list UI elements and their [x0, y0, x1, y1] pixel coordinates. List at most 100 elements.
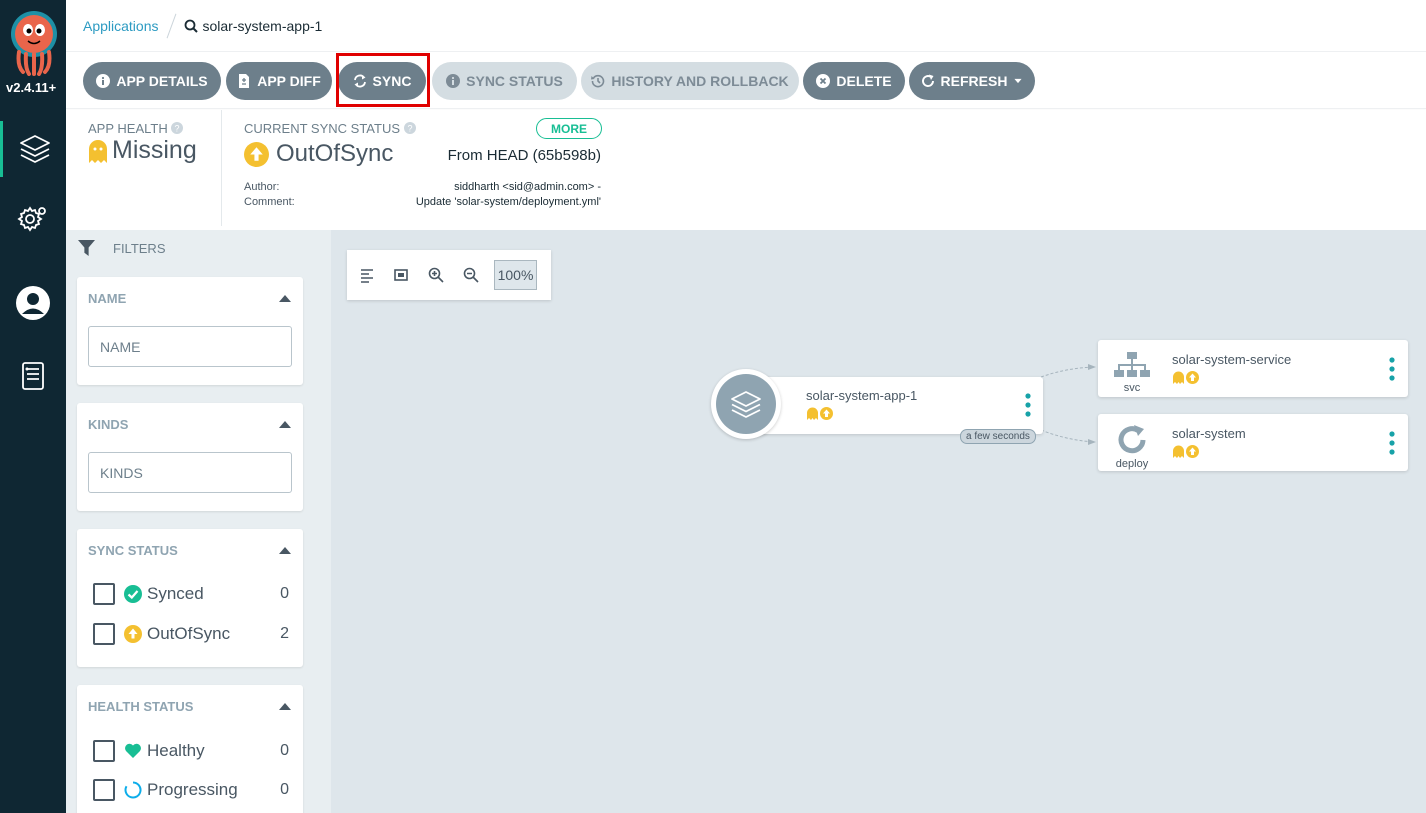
filters-panel: FILTERS NAME KINDS SYNC STATUS Synced 0	[66, 230, 331, 813]
health-status-filter-title: HEALTH STATUS	[88, 699, 194, 714]
network-icon	[1114, 352, 1150, 377]
app-health-header: APP HEALTH ?	[88, 121, 184, 136]
help-icon[interactable]: ?	[403, 122, 416, 134]
status-panel: APP HEALTH ? Missing CURRENT SYNC STATUS…	[66, 110, 1426, 230]
user-icon	[16, 286, 50, 320]
info-icon	[446, 74, 461, 88]
layers-icon	[731, 391, 761, 418]
name-filter-input[interactable]	[88, 326, 292, 367]
refresh-icon	[921, 74, 934, 87]
current-sync-status-label: CURRENT SYNC STATUS	[244, 121, 401, 136]
sync-status-button[interactable]: SYNC STATUS	[432, 62, 577, 100]
sync-status-label: SYNC STATUS	[466, 73, 563, 89]
more-button[interactable]: MORE	[536, 118, 602, 139]
sidebar-item-applications[interactable]	[0, 121, 66, 177]
layers-icon	[19, 135, 50, 163]
app-diff-button[interactable]: APP DIFF	[226, 62, 332, 100]
checkbox[interactable]	[93, 583, 115, 605]
filter-row-progressing[interactable]: Progressing 0	[93, 778, 289, 802]
collapse-caret-icon[interactable]	[279, 421, 291, 428]
toolbar: APP DETAILS APP DIFF SYNC SYNC STATUS HI…	[66, 53, 1426, 109]
breadcrumb-app-name: solar-system-app-1	[202, 17, 323, 34]
fit-screen-icon[interactable]	[392, 266, 410, 284]
zoom-out-icon[interactable]	[462, 266, 480, 284]
caret-down-icon	[1014, 78, 1023, 84]
filter-row-outofsync[interactable]: OutOfSync 2	[93, 622, 289, 646]
ghost-icon	[1173, 445, 1184, 458]
search-icon[interactable]	[184, 19, 198, 33]
sync-button[interactable]: SYNC	[338, 62, 426, 100]
app-node-icon-inner	[716, 374, 776, 434]
check-circle-icon	[124, 585, 142, 603]
kinds-filter-input[interactable]	[88, 452, 292, 493]
align-left-icon[interactable]	[359, 266, 377, 284]
filter-row-synced[interactable]: Synced 0	[93, 582, 289, 606]
checkbox[interactable]	[93, 779, 115, 801]
collapse-caret-icon[interactable]	[279, 547, 291, 554]
zoom-level[interactable]: 100%	[494, 260, 537, 290]
app-diff-label: APP DIFF	[257, 73, 321, 89]
author-value: siddharth <sid@admin.com> -	[454, 181, 601, 193]
gear-icon	[17, 206, 46, 232]
deployment-node[interactable]: deploy solar-system	[1098, 414, 1408, 471]
deployment-node-title: solar-system	[1172, 426, 1246, 441]
app-node-icon[interactable]	[711, 369, 781, 439]
app-details-label: APP DETAILS	[116, 73, 208, 89]
close-circle-icon	[816, 74, 831, 88]
more-vertical-icon[interactable]	[1025, 393, 1031, 417]
info-icon	[96, 74, 111, 88]
checkbox[interactable]	[93, 740, 115, 762]
name-filter-title: NAME	[88, 291, 127, 306]
app-node-status	[806, 407, 833, 420]
docs-icon	[22, 362, 44, 390]
service-node-title: solar-system-service	[1172, 352, 1292, 367]
filter-count: 2	[280, 625, 289, 642]
deployment-node-status	[1172, 445, 1199, 458]
filter-icon	[78, 240, 95, 256]
name-filter-card: NAME	[77, 277, 303, 385]
service-node[interactable]: svc solar-system-service	[1098, 340, 1408, 397]
checkbox[interactable]	[93, 623, 115, 645]
collapse-caret-icon[interactable]	[279, 295, 291, 302]
filter-label: OutOfSync	[147, 624, 231, 643]
more-vertical-icon[interactable]	[1389, 431, 1395, 455]
filters-label: FILTERS	[113, 241, 166, 256]
argo-logo[interactable]	[9, 8, 59, 76]
node-kind: deploy	[1115, 458, 1149, 470]
breadcrumb-applications-link[interactable]: Applications	[83, 18, 159, 34]
sidebar-item-docs[interactable]	[0, 348, 66, 404]
help-icon[interactable]: ?	[171, 122, 184, 134]
app-node[interactable]: solar-system-app-1	[746, 377, 1043, 434]
app-health-label: APP HEALTH	[88, 121, 168, 136]
delete-button[interactable]: DELETE	[803, 62, 905, 100]
filter-label: Healthy	[147, 741, 205, 760]
breadcrumb-separator	[166, 13, 176, 38]
app-health-status: Missing	[88, 136, 197, 165]
history-rollback-label: HISTORY AND ROLLBACK	[611, 73, 789, 89]
heart-icon	[125, 743, 141, 758]
zoom-in-icon[interactable]	[427, 266, 445, 284]
ghost-icon	[89, 139, 107, 163]
edge-label: a few seconds	[960, 429, 1036, 444]
filter-row-healthy[interactable]: Healthy 0	[93, 739, 289, 763]
sync-status-filter-title: SYNC STATUS	[88, 543, 178, 558]
kinds-filter-card: KINDS	[77, 403, 303, 511]
status-divider	[221, 110, 222, 226]
history-rollback-button[interactable]: HISTORY AND ROLLBACK	[581, 62, 799, 100]
file-diff-icon	[239, 74, 250, 88]
sync-status-header: CURRENT SYNC STATUS ?	[244, 121, 416, 136]
comment-value: Update 'solar-system/deployment.yml'	[415, 196, 601, 208]
sidebar-item-settings[interactable]	[0, 191, 66, 247]
comment-label: Comment:	[244, 196, 295, 208]
app-details-button[interactable]: APP DETAILS	[83, 62, 221, 100]
collapse-caret-icon[interactable]	[279, 703, 291, 710]
ghost-icon	[807, 407, 818, 420]
more-vertical-icon[interactable]	[1389, 357, 1395, 381]
sidebar-item-user[interactable]	[0, 275, 66, 331]
version-label: v2.4.11+	[6, 80, 57, 95]
main-content: FILTERS NAME KINDS SYNC STATUS Synced 0	[66, 230, 1426, 813]
arrow-up-circle-icon	[820, 407, 833, 420]
health-status-filter-card: HEALTH STATUS Healthy 0 Progressing 0	[77, 685, 303, 813]
refresh-button[interactable]: REFRESH	[909, 62, 1035, 100]
node-kind: svc	[1123, 382, 1141, 394]
